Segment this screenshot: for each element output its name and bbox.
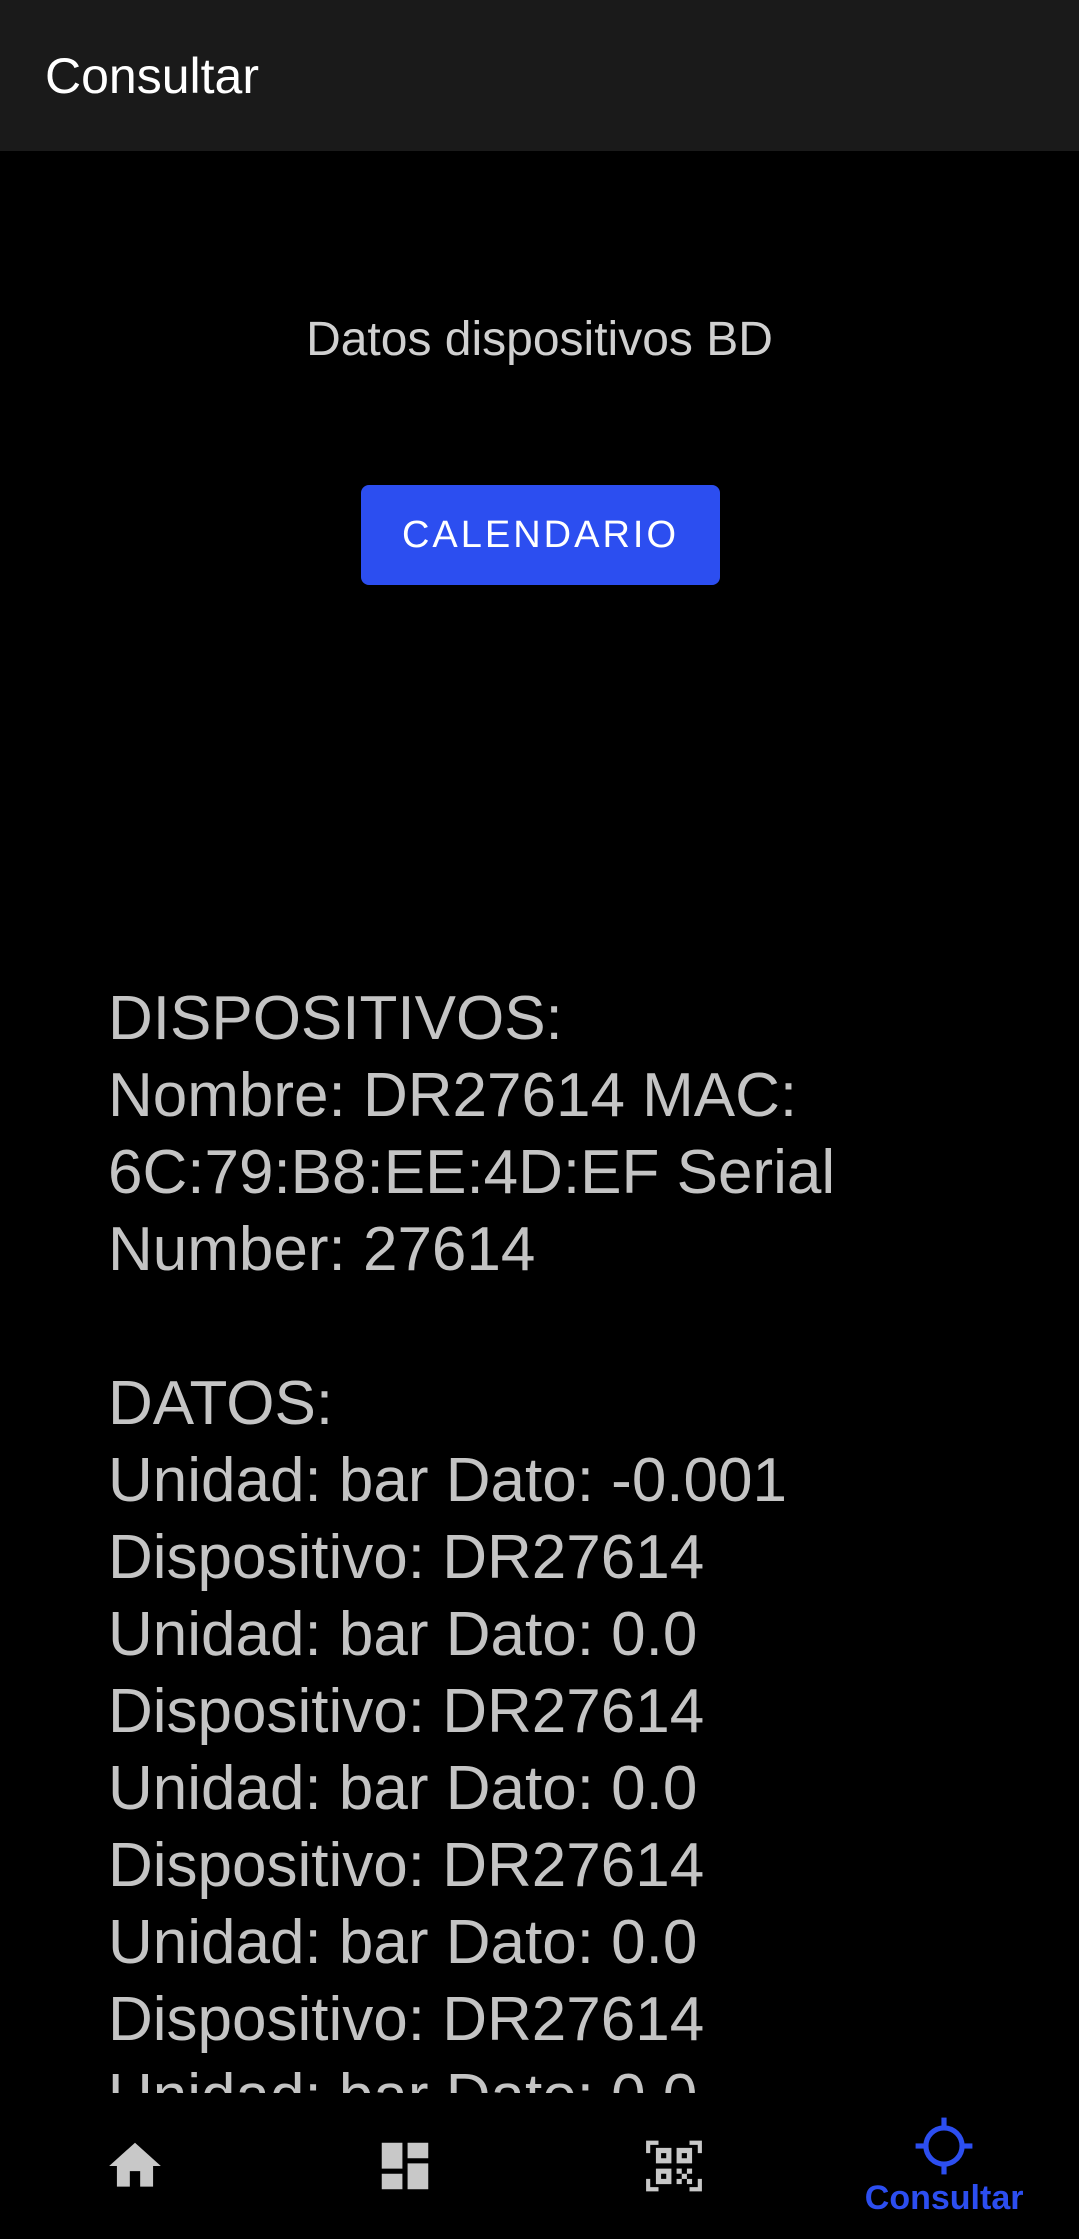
data-line: Unidad: bar Dato: 0.0 (108, 2058, 988, 2093)
bottom-navigation: Consultar (0, 2093, 1079, 2239)
data-header: DATOS: (108, 1369, 334, 1438)
data-line: Unidad: bar Dato: 0.0 (108, 1600, 698, 1669)
data-line: Unidad: bar Dato: 0.0 (108, 1754, 698, 1823)
app-bar: Consultar (0, 0, 1079, 151)
data-line: Dispositivo: DR27614 (108, 1831, 705, 1900)
calendar-button[interactable]: CALENDARIO (361, 485, 720, 585)
data-line: Dispositivo: DR27614 (108, 1677, 705, 1746)
data-line: Dispositivo: DR27614 (108, 1523, 705, 1592)
results-scroll-area[interactable]: DISPOSITIVOS: Nombre: DR27614 MAC: 6C:79… (0, 980, 1079, 2093)
device-line: 6C:79:B8:EE:4D:EF Serial (108, 1138, 836, 1207)
device-line: Nombre: DR27614 MAC: (108, 1061, 798, 1130)
qr-code-icon (646, 2140, 703, 2192)
page-title: Consultar (45, 47, 259, 104)
devices-header: DISPOSITIVOS: (108, 984, 563, 1053)
results-text: DISPOSITIVOS: Nombre: DR27614 MAC: 6C:79… (108, 980, 988, 2093)
nav-item-home[interactable] (0, 2093, 270, 2239)
data-line: Unidad: bar Dato: 0.0 (108, 1908, 698, 1977)
nav-label-consultar: Consultar (864, 2178, 1024, 2217)
data-line: Dispositivo: DR27614 (108, 1985, 705, 2054)
gps-target-icon (915, 2117, 973, 2174)
nav-item-qr-scan[interactable] (540, 2093, 810, 2239)
data-line: Unidad: bar Dato: -0.001 (108, 1446, 787, 1515)
nav-item-consultar[interactable]: Consultar (809, 2093, 1079, 2239)
dashboard-icon (381, 2142, 428, 2190)
nav-item-dashboard[interactable] (270, 2093, 540, 2239)
device-line: Number: 27614 (108, 1215, 536, 1284)
section-subtitle: Datos dispositivos BD (306, 313, 773, 366)
home-icon (109, 2142, 161, 2187)
